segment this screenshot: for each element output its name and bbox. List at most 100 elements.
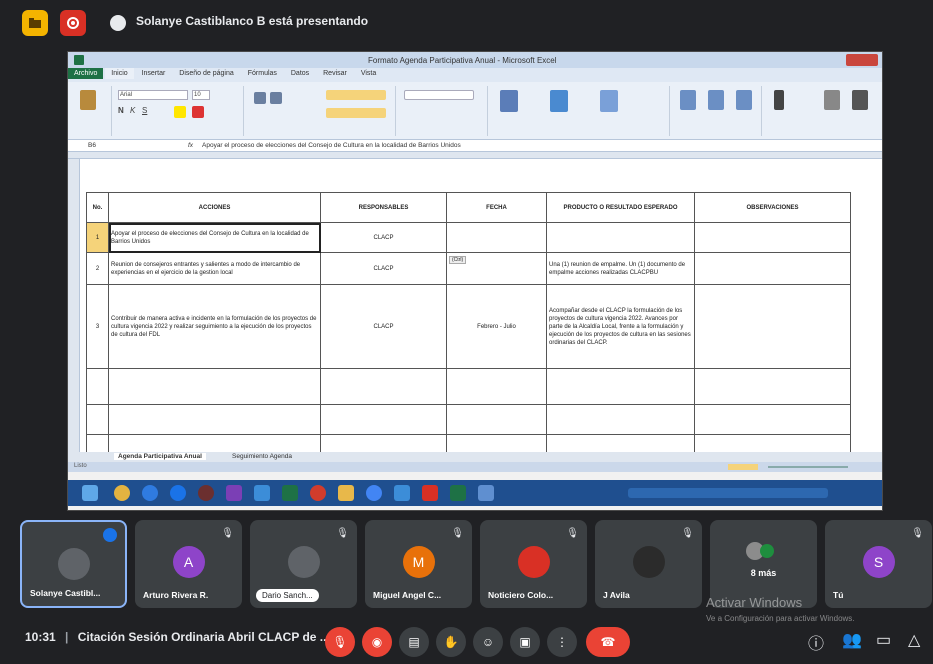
taskbar-app-icon[interactable] (254, 485, 270, 501)
taskbar-app-icon[interactable] (198, 485, 214, 501)
system-tray[interactable] (628, 488, 828, 498)
chrome-icon[interactable] (170, 485, 186, 501)
emoji-button[interactable]: ☺ (473, 627, 503, 657)
info-icon[interactable]: ⓘ (808, 630, 824, 654)
font-size-box[interactable]: 10 (192, 90, 210, 100)
tab-insert[interactable]: Insertar (136, 68, 172, 79)
participant-tile[interactable]: 🎙 J Avila (595, 520, 702, 608)
chrome-taskbar-icon[interactable] (366, 485, 382, 501)
tab-home[interactable]: Inicio (105, 68, 134, 79)
cell-accion[interactable]: Contribuir de manera activa e incidente … (108, 284, 321, 369)
taskbar-app-icon[interactable] (394, 485, 410, 501)
tab-page-layout[interactable]: Diseño de página (173, 68, 240, 79)
cell-no[interactable]: 2 (86, 252, 109, 285)
cell-responsable[interactable]: CLACP (320, 284, 447, 369)
cell-styles-icon[interactable] (600, 90, 618, 112)
merge-center-button[interactable] (326, 108, 386, 118)
paste-options-tag[interactable]: (Ctrl) (449, 256, 467, 264)
cell-fecha[interactable] (446, 222, 547, 253)
excel-taskbar-icon[interactable] (282, 485, 298, 501)
tab-review[interactable]: Revisar (317, 68, 353, 79)
wrap-text-button[interactable] (326, 90, 386, 100)
number-format-box[interactable] (404, 90, 474, 100)
more-options-button[interactable]: ⋮ (547, 627, 577, 657)
header-no[interactable]: No. (86, 192, 109, 223)
present-button[interactable]: ▣ (510, 627, 540, 657)
zoom-slider[interactable] (768, 466, 848, 468)
cell-accion[interactable]: Apoyar el proceso de elecciones del Cons… (108, 222, 321, 253)
name-box[interactable]: B6 (88, 142, 148, 149)
participant-tile[interactable]: 🎙 M Miguel Angel C... (365, 520, 472, 608)
worksheet[interactable]: No. ACCIONES RESPONSABLES FECHA PRODUCTO… (68, 159, 882, 459)
header-responsables[interactable]: RESPONSABLES (320, 192, 447, 223)
taskbar-app-icon[interactable] (450, 485, 466, 501)
cell-no[interactable]: 3 (86, 284, 109, 369)
paste-icon[interactable] (80, 90, 96, 110)
participant-tile[interactable]: Solanye Castibl... (20, 520, 127, 608)
underline-icon[interactable]: S (142, 106, 147, 115)
tab-file[interactable]: Archivo (68, 68, 104, 79)
sheet-tab-active[interactable]: Agenda Participativa Anual (114, 453, 206, 460)
delete-cells-icon[interactable] (708, 90, 724, 110)
align-middle-icon[interactable] (270, 92, 282, 104)
font-color-icon[interactable] (192, 106, 204, 118)
cell-responsable[interactable]: CLACP (320, 222, 447, 253)
header-observaciones[interactable]: OBSERVACIONES (694, 192, 851, 223)
edge-icon[interactable] (142, 485, 158, 501)
view-buttons[interactable] (728, 464, 758, 470)
start-icon[interactable] (82, 485, 98, 501)
cell-obs[interactable] (694, 222, 851, 253)
format-table-icon[interactable] (550, 90, 568, 112)
end-call-button[interactable]: ☎ (586, 627, 630, 657)
align-top-icon[interactable] (254, 92, 266, 104)
chat-icon[interactable]: ▭ (876, 630, 891, 650)
italic-icon[interactable]: K (130, 106, 135, 115)
captions-button[interactable]: ▤ (399, 627, 429, 657)
taskbar-app-icon[interactable] (310, 485, 326, 501)
sort-filter-icon[interactable] (824, 90, 840, 110)
taskbar-app-icon[interactable] (478, 485, 494, 501)
tab-data[interactable]: Datos (285, 68, 315, 79)
find-select-icon[interactable] (852, 90, 868, 110)
font-name-box[interactable]: Arial (118, 90, 188, 100)
raise-hand-button[interactable]: ✋ (436, 627, 466, 657)
participant-name: J Avila (603, 590, 630, 600)
participant-tile[interactable]: 🎙 A Arturo Rivera R. (135, 520, 242, 608)
mic-toggle-button[interactable]: 🎙 (325, 627, 355, 657)
cell-obs[interactable] (694, 252, 851, 285)
sheet-tab[interactable]: Seguimiento Agenda (228, 453, 296, 460)
cell-producto[interactable] (546, 222, 695, 253)
pdf-taskbar-icon[interactable] (422, 485, 438, 501)
taskbar-app-icon[interactable] (114, 485, 130, 501)
record-icon[interactable] (60, 10, 86, 36)
insert-cells-icon[interactable] (680, 90, 696, 110)
format-cells-icon[interactable] (736, 90, 752, 110)
fill-color-icon[interactable] (174, 106, 186, 118)
taskbar-app-icon[interactable] (226, 485, 242, 501)
close-window-icon[interactable] (846, 54, 878, 66)
tab-view[interactable]: Vista (355, 68, 382, 79)
tab-formulas[interactable]: Fórmulas (242, 68, 283, 79)
header-producto[interactable]: PRODUCTO O RESULTADO ESPERADO (546, 192, 695, 223)
cell-responsable[interactable]: CLACP (320, 252, 447, 285)
bold-icon[interactable]: N (118, 106, 124, 115)
people-icon[interactable]: 👥 (842, 630, 862, 650)
conditional-format-icon[interactable] (500, 90, 518, 112)
cell-no[interactable]: 1 (86, 222, 109, 253)
formula-input[interactable]: Apoyar el proceso de elecciones del Cons… (202, 142, 461, 149)
cell-accion[interactable]: Reunion de consejeros entrantes y salien… (108, 252, 321, 285)
cell-producto[interactable]: Una (1) reunion de empalme. Un (1) docum… (546, 252, 695, 285)
folder-taskbar-icon[interactable] (338, 485, 354, 501)
autosum-icon[interactable] (774, 90, 784, 110)
folder-icon[interactable] (22, 10, 48, 36)
camera-toggle-button[interactable]: ◉ (362, 627, 392, 657)
participant-tile[interactable]: 🎙 Noticiero Colo... (480, 520, 587, 608)
header-acciones[interactable]: ACCIONES (108, 192, 321, 223)
cell-fecha[interactable]: Febrero - Julio (446, 284, 547, 369)
participant-tile[interactable]: 🎙 Dario Sanch... (250, 520, 357, 608)
activities-icon[interactable]: △ (908, 630, 920, 650)
cell-fecha[interactable]: (Ctrl) (446, 252, 547, 285)
header-fecha[interactable]: FECHA (446, 192, 547, 223)
cell-obs[interactable] (694, 284, 851, 369)
cell-producto[interactable]: Acompañar desde el CLACP la formulación … (546, 284, 695, 369)
